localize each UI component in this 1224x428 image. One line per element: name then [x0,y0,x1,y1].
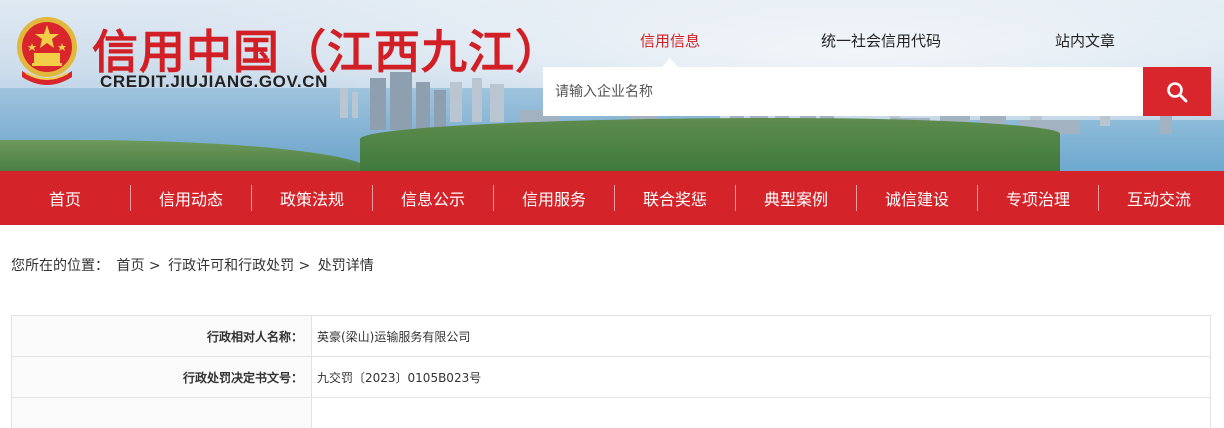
field-label: 行政相对人名称： [11,315,312,357]
nav-item-credit-services[interactable]: 信用服务 [494,171,614,225]
nav-item-special-governance[interactable]: 专项治理 [978,171,1098,225]
field-value-decision-number: 九交罚〔2023〕0105B023号 [311,356,1211,398]
table-row: 行政相对人名称： 英豪(梁山)运输服务有限公司 [11,315,1211,357]
main-nav: 首页 信用动态 政策法规 信息公示 信用服务 联合奖惩 典型案例 诚信建设 专项… [0,171,1224,225]
breadcrumb-admin-penalty[interactable]: 行政许可和行政处罚 [168,258,294,274]
nav-item-integrity-building[interactable]: 诚信建设 [857,171,977,225]
nav-item-public-info[interactable]: 信息公示 [373,171,493,225]
penalty-detail-table: 行政相对人名称： 英豪(梁山)运输服务有限公司 行政处罚决定书文号： 九交罚〔2… [11,315,1211,428]
breadcrumb-separator: > [298,258,311,274]
tab-unified-credit-code[interactable]: 统一社会信用代码 [821,30,941,51]
nav-item-home[interactable]: 首页 [0,171,130,225]
search-tabs: 信用信息 统一社会信用代码 站内文章 [543,30,1211,58]
field-label: 行政处罚决定书文号： [11,356,312,398]
greenery-image [360,118,1060,171]
tab-credit-info[interactable]: 信用信息 [640,30,700,51]
breadcrumb: 您所在的位置： 首页 > 行政许可和行政处罚 > 处罚详情 [11,255,377,275]
field-value [311,397,1211,428]
breadcrumb-current: 处罚详情 [317,258,374,274]
nav-item-policies[interactable]: 政策法规 [252,171,372,225]
tab-site-articles[interactable]: 站内文章 [1055,30,1115,51]
search-input[interactable] [543,67,1143,116]
site-url: CREDIT.JIUJIANG.GOV.CN [100,72,328,91]
field-label [11,397,312,428]
active-tab-caret [662,58,678,67]
table-row [11,397,1211,428]
nav-item-interaction[interactable]: 互动交流 [1099,171,1219,225]
field-value-party-name: 英豪(梁山)运输服务有限公司 [311,315,1211,357]
header-banner: 信用中国（江西九江） CREDIT.JIUJIANG.GOV.CN 信用信息 统… [0,0,1224,171]
breadcrumb-prefix: 您所在的位置： [11,258,109,274]
search-icon [1167,81,1188,102]
breadcrumb-separator: > [148,258,161,274]
breadcrumb-home[interactable]: 首页 [116,258,144,274]
nav-item-typical-cases[interactable]: 典型案例 [736,171,856,225]
nav-item-rewards-penalties[interactable]: 联合奖惩 [615,171,735,225]
table-row: 行政处罚决定书文号： 九交罚〔2023〕0105B023号 [11,356,1211,398]
national-emblem-icon [17,17,77,85]
search-button[interactable] [1143,67,1211,116]
nav-item-credit-news[interactable]: 信用动态 [131,171,251,225]
